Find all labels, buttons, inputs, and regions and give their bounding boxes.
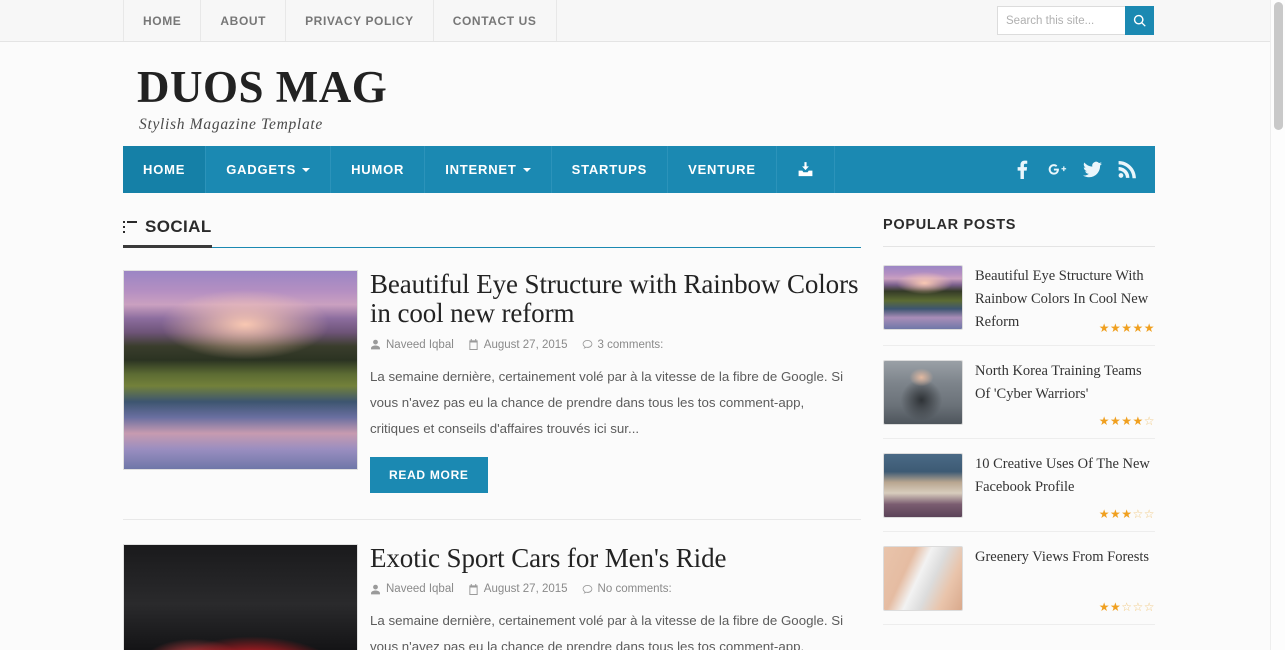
popular-post-title: North Korea Training Teams Of 'Cyber War…: [975, 362, 1142, 402]
post-excerpt: La semaine dernière, certainement volé p…: [370, 613, 844, 650]
main-content: SOCIAL Beautiful Eye Structure with Rain…: [123, 217, 861, 650]
page-container: SOCIAL Beautiful Eye Structure with Rain…: [123, 193, 1155, 650]
post-date: August 27, 2015: [468, 583, 568, 595]
chevron-down-icon: [302, 167, 311, 172]
post-author-name: Naveed Iqbal: [386, 338, 454, 351]
site-tagline: Stylish Magazine Template: [139, 116, 323, 134]
comment-icon: [582, 584, 592, 594]
post-excerpt: La semaine dernière, certainement volé p…: [370, 368, 844, 436]
popular-post-thumbnail-hand-phone: [883, 545, 963, 611]
topnav-item-contact-us[interactable]: CONTACT US: [432, 0, 557, 41]
post-author: Naveed Iqbal: [370, 583, 454, 595]
section-title-wrap: SOCIAL: [123, 217, 212, 248]
post-author: Naveed Iqbal: [370, 339, 454, 351]
site-header: DUOS MAG Stylish Magazine Template: [0, 42, 1285, 146]
rating-stars: ★★★★★: [1098, 320, 1155, 335]
site-logo[interactable]: DUOS MAG: [137, 63, 1285, 111]
popular-post-item[interactable]: North Korea Training Teams Of 'Cyber War…: [883, 346, 1155, 439]
topnav-item-about[interactable]: ABOUT: [200, 0, 287, 41]
section-title: SOCIAL: [145, 217, 212, 236]
nav-item-label: STARTUPS: [571, 162, 648, 177]
nav-item-label: HOME: [143, 162, 186, 177]
post-meta: Naveed Iqbal August 27, 2015 No comments…: [370, 583, 861, 595]
post-date-value: August 27, 2015: [483, 583, 568, 596]
read-more-button[interactable]: READ MORE: [370, 456, 488, 493]
search-input[interactable]: [997, 6, 1125, 35]
nav-item-internet[interactable]: INTERNET: [425, 146, 552, 193]
popular-post-body: Greenery Views From Forests ★★☆☆☆: [963, 546, 1155, 614]
popular-post-body: North Korea Training Teams Of 'Cyber War…: [963, 360, 1155, 428]
top-bar: HOME ABOUT PRIVACY POLICY CONTACT US: [0, 0, 1285, 42]
nav-item-label: GADGETS: [226, 162, 297, 177]
twitter-icon[interactable]: [1083, 160, 1102, 179]
nav-item-label: HUMOR: [351, 162, 405, 177]
download-icon: [798, 162, 813, 177]
post-author-name: Naveed Iqbal: [386, 583, 454, 596]
post-item: Beautiful Eye Structure with Rainbow Col…: [123, 270, 861, 520]
post-body: Beautiful Eye Structure with Rainbow Col…: [358, 270, 861, 493]
post-title[interactable]: Beautiful Eye Structure with Rainbow Col…: [370, 270, 861, 328]
section-header: SOCIAL: [123, 217, 861, 248]
nav-item-label: VENTURE: [688, 162, 756, 177]
main-navigation: HOME GADGETS HUMOR INTERNET STARTUPS VEN…: [123, 146, 835, 193]
popular-post-item[interactable]: 10 Creative Uses Of The New Facebook Pro…: [883, 439, 1155, 532]
post-thumbnail-mountain-lake[interactable]: [123, 270, 358, 470]
page-scrollbar[interactable]: [1270, 0, 1285, 650]
chevron-down-icon: [522, 167, 531, 172]
top-navigation: HOME ABOUT PRIVACY POLICY CONTACT US: [123, 0, 557, 41]
nav-item-label: INTERNET: [445, 162, 517, 177]
popular-post-title: 10 Creative Uses Of The New Facebook Pro…: [975, 455, 1150, 495]
popular-post-item[interactable]: Beautiful Eye Structure With Rainbow Col…: [883, 251, 1155, 346]
rating-stars: ★★☆☆☆: [1098, 599, 1155, 614]
search-form: [997, 6, 1154, 35]
post-comments[interactable]: 3 comments:: [582, 338, 664, 351]
post-title[interactable]: Exotic Sport Cars for Men's Ride: [370, 543, 861, 573]
user-icon: [371, 339, 380, 350]
popular-post-thumbnail-living-room: [883, 452, 963, 518]
sidebar: POPULAR POSTS Beautiful Eye Structure Wi…: [883, 217, 1155, 650]
nav-item-gadgets[interactable]: GADGETS: [206, 146, 332, 193]
popular-post-body: Beautiful Eye Structure With Rainbow Col…: [963, 265, 1155, 335]
list-icon: [123, 221, 137, 233]
post-item: Exotic Sport Cars for Men's Ride Naveed …: [123, 543, 861, 650]
popular-posts-widget: POPULAR POSTS Beautiful Eye Structure Wi…: [883, 217, 1155, 625]
post-comments[interactable]: No comments:: [582, 583, 672, 595]
nav-item-home[interactable]: HOME: [123, 146, 207, 193]
user-icon: [371, 584, 380, 595]
rss-icon[interactable]: [1118, 160, 1137, 179]
post-date-value: August 27, 2015: [483, 338, 568, 351]
popular-post-thumbnail-mountain-lake: [883, 265, 963, 330]
post-date: August 27, 2015: [468, 339, 568, 351]
search-button[interactable]: [1125, 6, 1154, 35]
popular-post-item[interactable]: Greenery Views From Forests ★★☆☆☆: [883, 532, 1155, 625]
popular-post-thumbnail-man-portrait: [883, 359, 963, 425]
main-navigation-bar: HOME GADGETS HUMOR INTERNET STARTUPS VEN…: [123, 146, 1155, 193]
post-thumbnail-sports-car[interactable]: [123, 543, 358, 650]
post-body: Exotic Sport Cars for Men's Ride Naveed …: [358, 543, 861, 650]
rating-stars: ★★★★☆: [1098, 413, 1155, 428]
rating-stars: ★★★☆☆: [1098, 506, 1155, 521]
post-comments-count: 3 comments:: [597, 338, 664, 351]
facebook-icon[interactable]: [1013, 160, 1032, 179]
comment-icon: [582, 340, 592, 349]
popular-posts-title: POPULAR POSTS: [883, 217, 1155, 247]
nav-item-venture[interactable]: VENTURE: [668, 146, 777, 193]
post-comments-count: No comments:: [597, 583, 672, 596]
search-icon: [1133, 14, 1146, 27]
topnav-item-privacy-policy[interactable]: PRIVACY POLICY: [285, 0, 434, 41]
calendar-icon: [469, 583, 478, 595]
scrollbar-thumb[interactable]: [1274, 2, 1283, 130]
nav-item-humor[interactable]: HUMOR: [331, 146, 426, 193]
popular-post-body: 10 Creative Uses Of The New Facebook Pro…: [963, 453, 1155, 521]
calendar-icon: [469, 339, 478, 351]
topnav-item-home[interactable]: HOME: [123, 0, 202, 41]
post-meta: Naveed Iqbal August 27, 2015 3 comments:: [370, 339, 861, 351]
popular-post-title: Greenery Views From Forests: [975, 548, 1150, 565]
nav-item-download[interactable]: [777, 146, 835, 193]
social-links: [1013, 146, 1155, 193]
nav-item-startups[interactable]: STARTUPS: [552, 146, 669, 193]
google-plus-icon[interactable]: [1048, 160, 1067, 179]
